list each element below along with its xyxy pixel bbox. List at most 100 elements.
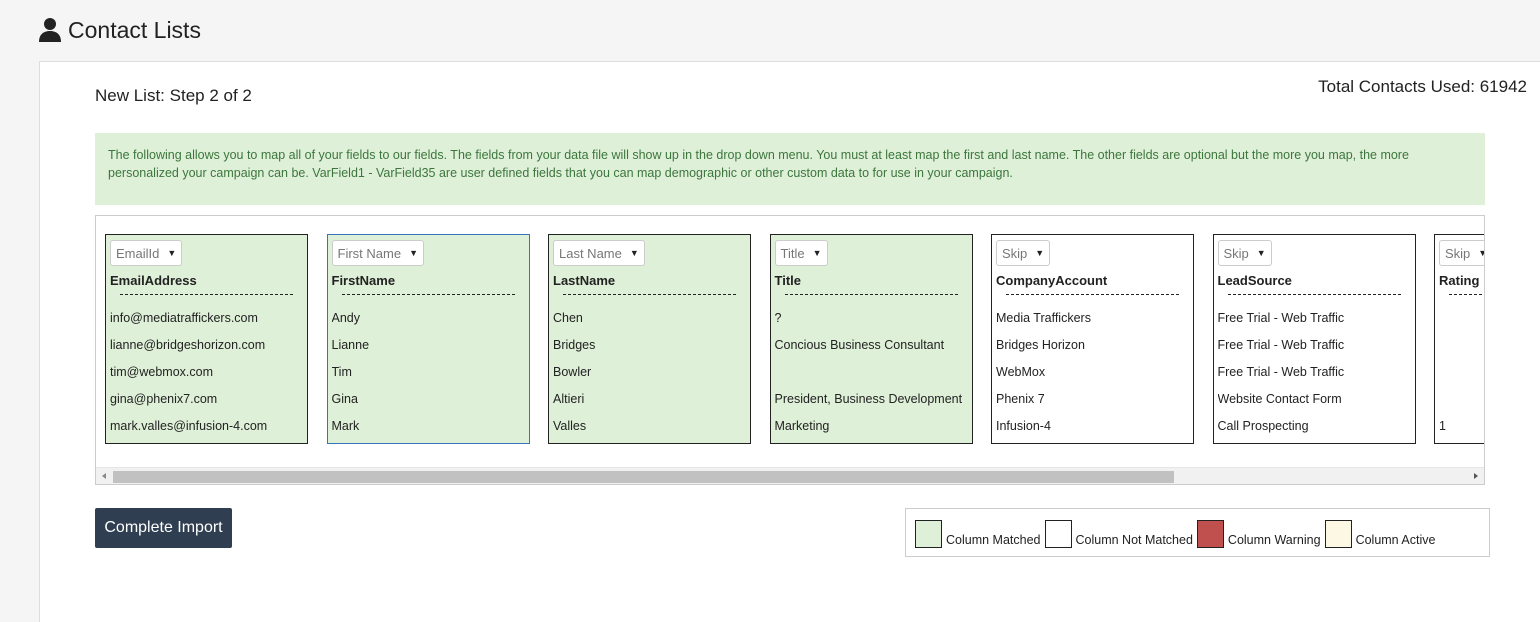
legend-not-matched: Column Not Matched: [1044, 520, 1193, 548]
column-cell: Mark: [331, 419, 360, 433]
column-cell: Infusion-4: [996, 419, 1051, 433]
scroll-left-icon[interactable]: [102, 473, 106, 479]
legend-swatch: [915, 520, 942, 548]
scroll-right-icon[interactable]: [1474, 473, 1478, 479]
page-header: Contact Lists: [38, 14, 201, 46]
chevron-down-icon: ▼: [812, 248, 822, 258]
user-icon: [39, 18, 61, 42]
divider: [1449, 294, 1484, 295]
column-cell: [1439, 390, 1484, 417]
column-values: Free Trial - Web Traffic Free Trial - Web…: [1218, 309, 1411, 444]
field-map-select[interactable]: Skip ▼: [996, 240, 1051, 266]
chevron-down-icon: ▼: [1035, 248, 1045, 258]
column-cell: gina@phenix7.com: [110, 392, 218, 406]
column-header: FirstName: [331, 273, 396, 288]
column-cell: Andy: [331, 311, 361, 325]
column-cell: Concious Business Consultant: [774, 338, 945, 352]
column-status-legend: Column Matched Column Not Matched Column W…: [905, 508, 1490, 557]
column-cell: [1439, 336, 1484, 363]
column-values: Media Traffickers Bridges Horizon WebMox Ph…: [996, 309, 1189, 444]
mapping-column[interactable]: Title ▼ Title? Concious Business Consultant…: [769, 234, 973, 444]
chevron-down-icon: ▼: [167, 248, 177, 258]
legend-active: Column Active: [1324, 520, 1435, 548]
column-cell: info@mediatraffickers.com: [110, 311, 258, 325]
column-header: EmailAddress: [110, 273, 197, 288]
legend-matched: Column Matched: [915, 520, 1041, 548]
field-map-select-value: Skip: [1445, 245, 1471, 261]
column-header: CompanyAccount: [996, 273, 1108, 288]
column-cell: 1: [1439, 419, 1446, 433]
column-cell: Free Trial - Web Traffic: [1217, 311, 1345, 325]
horizontal-scrollbar[interactable]: [96, 467, 1484, 484]
divider: [341, 294, 515, 295]
column-cell: ?: [774, 311, 782, 325]
legend-swatch: [1196, 520, 1224, 548]
divider: [1227, 294, 1401, 295]
column-cell: [1439, 363, 1484, 390]
mapping-column[interactable]: Last Name ▼ LastName Chen Bridges Bowler Altie…: [548, 234, 751, 444]
page-title: Contact Lists: [68, 16, 201, 43]
field-map-select[interactable]: Skip ▼: [1439, 240, 1484, 266]
mapping-columns: EmailId ▼ EmailAddress info@mediatrafficker…: [105, 234, 1484, 444]
column-values: 1: [1439, 309, 1484, 444]
column-values: Chen Bridges Bowler Altieri Valles: [553, 309, 746, 444]
column-cell: Altieri: [553, 392, 585, 406]
field-map-select[interactable]: Skip ▼: [1217, 240, 1272, 266]
column-cell: tim@webmox.com: [110, 365, 213, 379]
divider: [120, 294, 293, 295]
column-header: Rating: [1439, 273, 1480, 288]
chevron-down-icon: ▼: [409, 248, 418, 258]
field-map-select[interactable]: Last Name ▼: [553, 240, 645, 266]
legend-label: Column Matched: [946, 533, 1041, 547]
chevron-down-icon: ▼: [1256, 248, 1266, 258]
column-cell: Marketing: [774, 419, 830, 433]
scrollbar-thumb[interactable]: [113, 471, 1174, 483]
column-cell: WebMox: [996, 365, 1046, 379]
mapping-column[interactable]: Skip ▼ Rating 1: [1434, 234, 1484, 444]
field-map-select[interactable]: First Name ▼: [331, 240, 424, 266]
column-cell: [1439, 309, 1484, 336]
mapping-column[interactable]: First Name ▼ FirstName Andy Lianne Tim Gina Mar…: [326, 234, 530, 444]
field-map-select-value: Skip: [1223, 245, 1249, 261]
column-values: ? Concious Business Consultant President, …: [775, 309, 968, 444]
mapping-column[interactable]: Skip ▼ CompanyAccount Media Traffickers Brid…: [991, 234, 1194, 444]
column-cell: President, Business Development: [774, 392, 963, 406]
column-cell: Media Traffickers: [996, 311, 1091, 325]
info-alert: The following allows you to map all of y…: [95, 133, 1485, 205]
divider: [784, 294, 958, 295]
column-cell: Bridges Horizon: [996, 338, 1085, 352]
mapping-column[interactable]: EmailId ▼ EmailAddress info@mediatrafficker…: [105, 234, 308, 444]
field-map-select[interactable]: EmailId ▼: [110, 240, 183, 266]
field-map-select-value: Title: [780, 245, 805, 261]
column-values: Andy Lianne Tim Gina Mark: [332, 309, 525, 444]
column-values: info@mediatraffickers.com lianne@bridgesh…: [110, 309, 303, 444]
column-cell: Tim: [331, 365, 352, 379]
chevron-down-icon: ▼: [629, 248, 639, 258]
field-map-select-value: First Name: [337, 245, 402, 261]
step-title: New List: Step 2 of 2: [95, 86, 252, 105]
column-cell: Bridges: [553, 338, 596, 352]
field-map-select-value: Skip: [1002, 245, 1028, 261]
column-cell: lianne@bridgeshorizon.com: [110, 338, 266, 352]
column-cell: Bowler: [553, 365, 592, 379]
column-cell: Free Trial - Web Traffic: [1217, 365, 1345, 379]
column-cell: Lianne: [331, 338, 370, 352]
column-cell: Gina: [331, 392, 358, 406]
column-cell: Chen: [553, 311, 583, 325]
field-map-select[interactable]: Title ▼: [774, 240, 828, 266]
mapping-column[interactable]: Skip ▼ LeadSource Free Trial - Web Traffic F…: [1212, 234, 1416, 444]
divider: [1006, 294, 1179, 295]
legend-label: Column Warning: [1227, 533, 1321, 547]
column-cell: [775, 363, 968, 390]
column-cell: mark.valles@infusion-4.com: [110, 419, 268, 433]
column-mapping-area[interactable]: EmailId ▼ EmailAddress info@mediatrafficker…: [95, 215, 1485, 485]
column-header: Title: [774, 273, 802, 288]
legend-label: Column Not Matched: [1075, 533, 1193, 547]
column-cell: Free Trial - Web Traffic: [1217, 338, 1345, 352]
column-cell: Call Prospecting: [1217, 419, 1309, 433]
divider: [563, 294, 736, 295]
legend-swatch: [1044, 520, 1072, 548]
chevron-down-icon: ▼: [1478, 248, 1484, 258]
complete-import-button[interactable]: Complete Import: [95, 508, 232, 548]
total-contacts-used: Total Contacts Used: 61942: [1318, 77, 1527, 96]
